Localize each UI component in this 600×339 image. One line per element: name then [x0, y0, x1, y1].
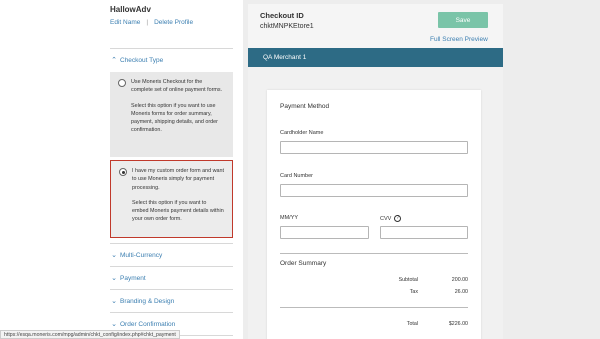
- link-separator: |: [146, 19, 149, 26]
- settings-panel: HallowAdv Edit Name | Delete Profile ⌃ C…: [0, 0, 243, 339]
- chevron-down-icon: ⌄: [111, 298, 117, 305]
- option-moneris-checkout[interactable]: Use Moneris Checkout for the complete se…: [110, 72, 233, 157]
- option-title: Use Moneris Checkout for the complete se…: [131, 79, 223, 94]
- section-multi-currency[interactable]: ⌄ Multi-Currency: [110, 249, 233, 261]
- option-description: Select this option if you want to embed …: [132, 199, 224, 223]
- section-branding-design[interactable]: ⌄ Branding & Design: [110, 295, 233, 307]
- merchant-name: QA Merchant 1: [263, 54, 307, 61]
- section-label: Multi-Currency: [120, 251, 163, 259]
- section-label: Payment: [120, 274, 146, 282]
- card-number-input[interactable]: [280, 184, 468, 197]
- subtotal-label: Subtotal: [398, 277, 418, 283]
- payment-method-title: Payment Method: [280, 103, 330, 110]
- tax-label: Tax: [409, 289, 418, 295]
- full-screen-preview-link[interactable]: Full Screen Preview: [430, 36, 488, 43]
- save-button[interactable]: Save: [438, 12, 488, 28]
- delete-profile-link[interactable]: Delete Profile: [154, 19, 193, 26]
- cvv-label: CVV: [380, 215, 392, 222]
- cvv-input[interactable]: [380, 226, 468, 239]
- tax-value: 26.00: [454, 289, 468, 295]
- divider: [280, 307, 468, 308]
- divider: [110, 243, 233, 244]
- mmyy-input[interactable]: [280, 226, 369, 239]
- chevron-down-icon: ⌄: [111, 252, 117, 259]
- edit-name-link[interactable]: Edit Name: [110, 19, 140, 26]
- merchant-bar: QA Merchant 1: [248, 48, 503, 67]
- profile-name: HallowAdv: [110, 5, 151, 14]
- section-checkout-type[interactable]: ⌃ Checkout Type: [110, 54, 233, 66]
- divider: [280, 253, 468, 254]
- checkout-header: Checkout ID chktMNPKEtore1 Save Full Scr…: [248, 4, 503, 48]
- divider: [110, 48, 233, 49]
- section-order-confirmation[interactable]: ⌄ Order Confirmation: [110, 318, 233, 330]
- divider: [110, 312, 233, 313]
- card-number-label: Card Number: [280, 173, 314, 179]
- divider: [110, 266, 233, 267]
- checkout-id-value: chktMNPKEtore1: [260, 23, 314, 30]
- total-value: $226.00: [448, 321, 468, 327]
- option-custom-order-form[interactable]: I have my custom order form and want to …: [110, 160, 233, 238]
- preview-panel: Checkout ID chktMNPKEtore1 Save Full Scr…: [243, 0, 600, 339]
- section-label: Order Confirmation: [120, 320, 176, 328]
- checkout-id-label: Checkout ID: [260, 11, 304, 20]
- radio-moneris-checkout[interactable]: [118, 79, 126, 87]
- section-payment[interactable]: ⌄ Payment: [110, 272, 233, 284]
- cvv-label-group: CVV ?: [380, 215, 402, 222]
- chevron-down-icon: ⌄: [111, 275, 117, 282]
- section-label: Branding & Design: [120, 297, 175, 305]
- mmyy-label: MM/YY: [280, 215, 299, 221]
- cardholder-name-label: Cardholder Name: [280, 130, 324, 136]
- chevron-up-icon: ⌃: [111, 57, 117, 64]
- divider: [110, 289, 233, 290]
- cardholder-name-input[interactable]: [280, 141, 468, 154]
- option-description: Select this option if you want to use Mo…: [131, 102, 218, 134]
- section-label: Checkout Type: [120, 56, 164, 64]
- info-icon[interactable]: ?: [394, 215, 402, 222]
- payment-form-card: Payment Method Cardholder Name Card Numb…: [267, 90, 481, 339]
- chevron-down-icon: ⌄: [111, 321, 117, 328]
- preview-canvas: Payment Method Cardholder Name Card Numb…: [248, 67, 503, 339]
- status-bar-url: https://esqa.moneris.com/mpg/admin/chkt_…: [0, 330, 180, 339]
- radio-custom-order-form[interactable]: [119, 168, 127, 176]
- option-title: I have my custom order form and want to …: [132, 168, 224, 191]
- order-summary-title: Order Summary: [280, 260, 327, 267]
- profile-actions: Edit Name | Delete Profile: [110, 19, 193, 26]
- total-label: Total: [406, 321, 418, 327]
- subtotal-value: 200.00: [451, 277, 468, 283]
